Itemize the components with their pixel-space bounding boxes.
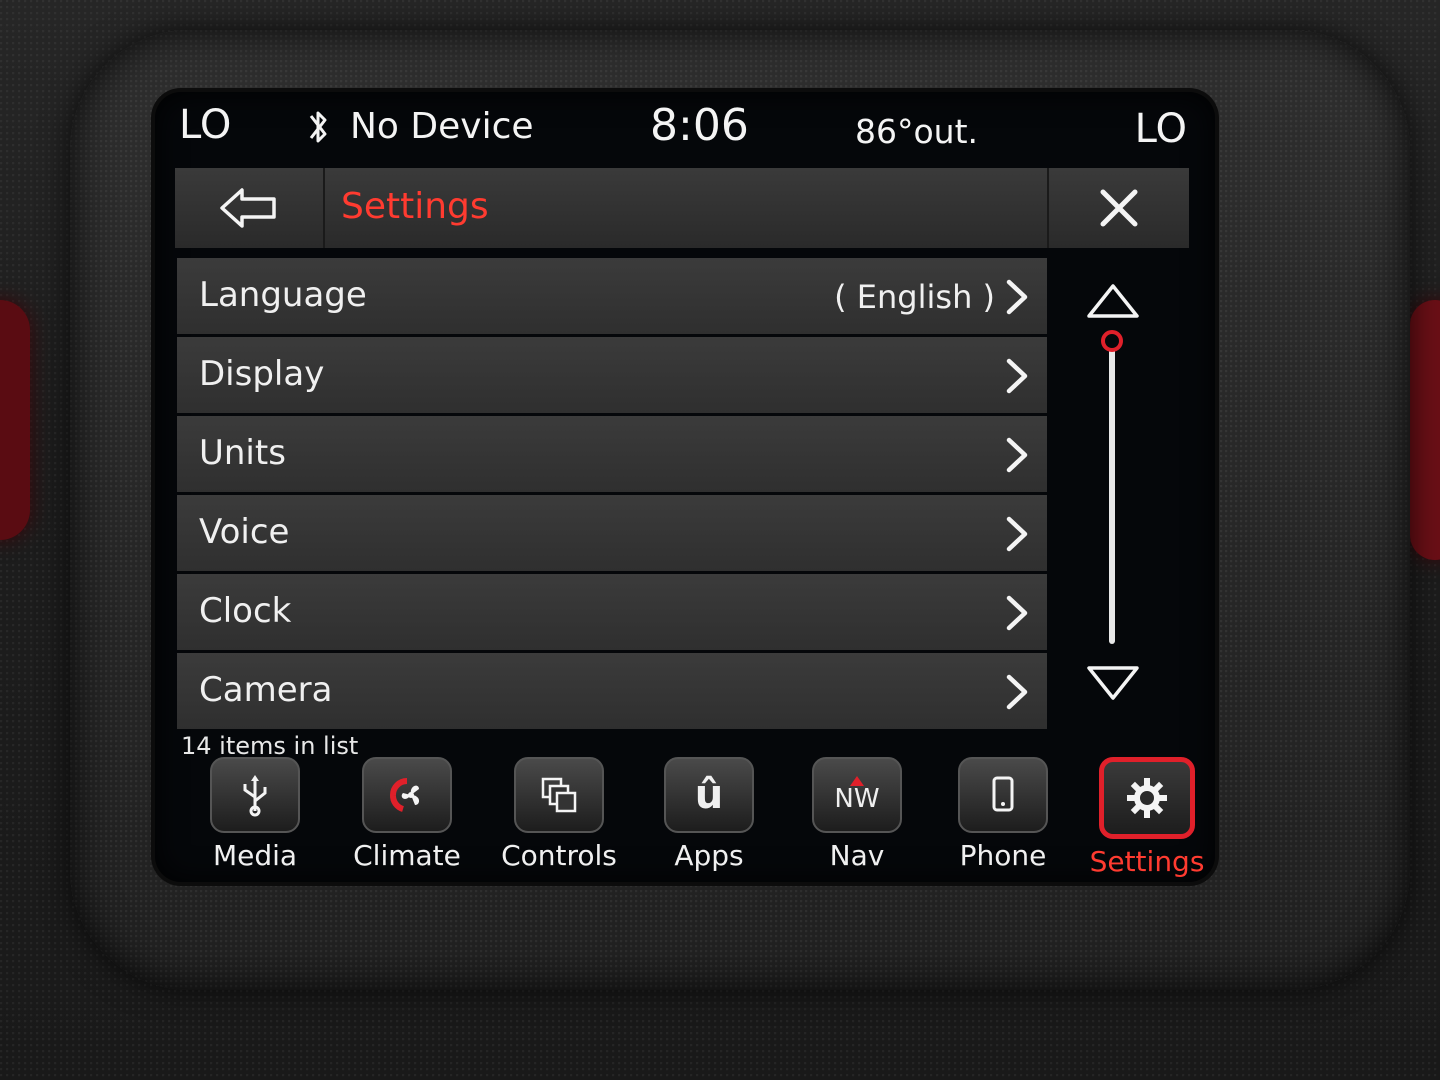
- compass-icon: NW: [812, 757, 902, 833]
- dock-label: Phone: [959, 839, 1047, 872]
- list-item-language[interactable]: Language ( English ): [177, 258, 1047, 334]
- list-item-units[interactable]: Units: [177, 416, 1047, 492]
- dock-label: Settings: [1089, 845, 1205, 878]
- scrollbar-thumb[interactable]: [1101, 330, 1123, 352]
- close-button[interactable]: [1047, 168, 1189, 248]
- dock-nav[interactable]: NW Nav: [797, 757, 917, 872]
- list-item-label: Units: [199, 433, 286, 473]
- dock-controls[interactable]: Controls: [499, 757, 619, 872]
- list-item-label: Language: [199, 275, 367, 315]
- settings-list: Language ( English ) Display Units Voice…: [177, 258, 1047, 732]
- bluetooth-device-status: No Device: [350, 106, 534, 147]
- dock-settings[interactable]: Settings: [1087, 757, 1207, 878]
- chevron-right-icon: [1006, 358, 1028, 394]
- apps-glyph: û: [694, 772, 724, 818]
- gear-icon: [1127, 778, 1167, 818]
- usb-icon: [243, 775, 267, 817]
- dock-label: Climate: [353, 839, 461, 872]
- scroll-up-arrow-icon[interactable]: [1085, 282, 1141, 322]
- back-button[interactable]: [175, 168, 325, 248]
- list-item-voice[interactable]: Voice: [177, 495, 1047, 571]
- compass-heading: NW: [834, 784, 880, 814]
- clock-time: 8:06: [650, 100, 749, 151]
- list-item-value: ( English ): [834, 278, 995, 316]
- list-item-label: Camera: [199, 670, 333, 710]
- list-item-label: Display: [199, 354, 325, 394]
- left-climate-zone[interactable]: LO: [179, 102, 231, 148]
- dock-label: Apps: [674, 839, 744, 872]
- dock-label: Controls: [501, 839, 617, 872]
- dock-label: Media: [212, 839, 298, 872]
- settings-header: Settings: [175, 168, 1189, 248]
- bluetooth-icon: [303, 106, 333, 158]
- red-trim-right: [1410, 300, 1440, 560]
- chevron-right-icon: [1006, 595, 1028, 631]
- scrollbar-track[interactable]: [1109, 344, 1115, 644]
- dock-tile: [210, 757, 300, 833]
- scroll-down-arrow-icon[interactable]: [1085, 662, 1141, 702]
- dock-tile: [958, 757, 1048, 833]
- apps-icon: û: [664, 757, 754, 833]
- status-bar: LO No Device 8:06 86°out. LO: [155, 92, 1215, 166]
- fan-icon: [390, 778, 420, 812]
- list-item-label: Clock: [199, 591, 292, 631]
- list-item-camera[interactable]: Camera: [177, 653, 1047, 729]
- close-icon: [1100, 189, 1138, 227]
- chevron-right-icon: [1006, 516, 1028, 552]
- list-item-clock[interactable]: Clock: [177, 574, 1047, 650]
- dock-media[interactable]: Media: [195, 757, 315, 872]
- dock-tile: [362, 757, 452, 833]
- dock-tile: [1099, 757, 1195, 839]
- dock-tile: [514, 757, 604, 833]
- chevron-right-icon: [1006, 674, 1028, 710]
- back-arrow-icon: [220, 188, 276, 228]
- bottom-dock: Media Climate Controls û Apps NW Nav Pho…: [175, 757, 1207, 878]
- dock-label: Nav: [829, 839, 885, 872]
- dock-phone[interactable]: Phone: [943, 757, 1063, 872]
- dock-apps[interactable]: û Apps: [649, 757, 769, 872]
- infotainment-screen: LO No Device 8:06 86°out. LO Settings La…: [155, 92, 1215, 882]
- controls-icon: [541, 777, 577, 813]
- page-title: Settings: [341, 186, 489, 227]
- dock-climate[interactable]: Climate: [347, 757, 467, 872]
- red-trim-left: [0, 300, 30, 540]
- outside-temperature: 86°out.: [855, 112, 979, 151]
- list-item-display[interactable]: Display: [177, 337, 1047, 413]
- list-item-label: Voice: [199, 512, 290, 552]
- right-climate-zone[interactable]: LO: [1135, 106, 1187, 152]
- chevron-right-icon: [1006, 279, 1028, 315]
- phone-icon: [992, 776, 1014, 812]
- chevron-right-icon: [1006, 437, 1028, 473]
- list-count: 14 items in list: [181, 732, 359, 760]
